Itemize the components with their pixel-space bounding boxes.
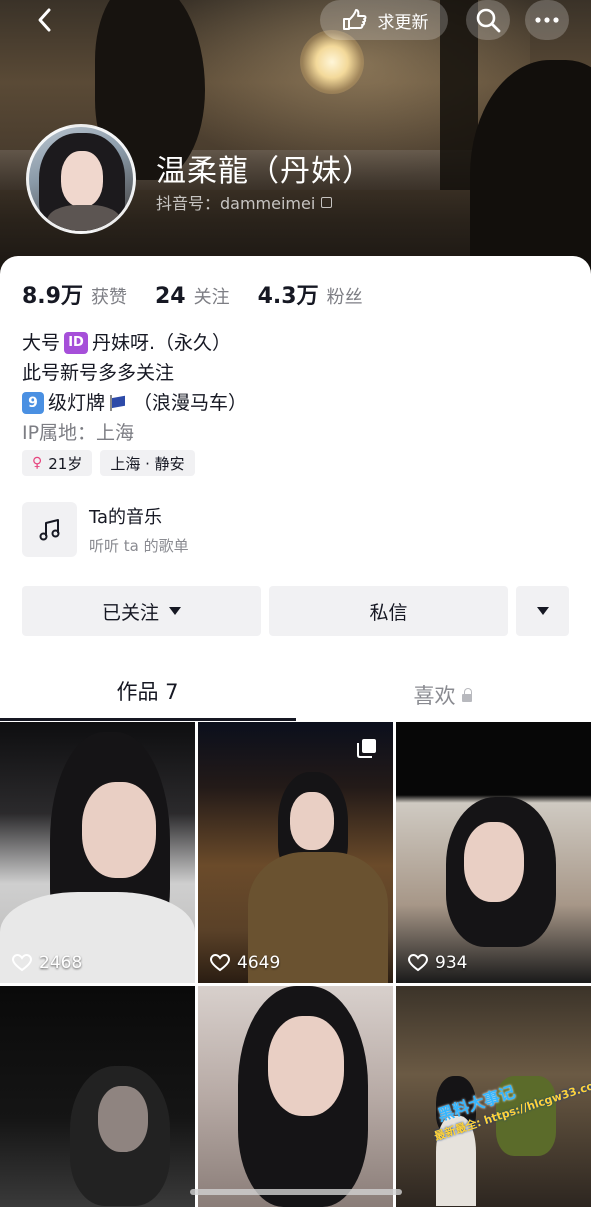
video-like-count: 2468	[12, 953, 82, 973]
like-count-text: 2468	[39, 953, 83, 973]
stat-label: 粉丝	[326, 287, 363, 308]
bio-text: （浪漫马车）	[133, 392, 248, 414]
id-badge-icon: ID	[64, 332, 89, 354]
back-button[interactable]	[22, 0, 66, 40]
stat-label: 关注	[193, 287, 230, 308]
lock-icon	[461, 688, 472, 702]
bio-line-3: 9 级灯牌 （浪漫马车）	[22, 388, 247, 418]
ip-location-text: IP属地：上海	[22, 422, 135, 444]
active-tab-indicator	[0, 718, 296, 721]
tab-works[interactable]: 作品 7	[0, 670, 295, 722]
bio: 大号 ID 丹妹呀.（永久） 此号新号多多关注 9 级灯牌 （浪漫马车） IP属…	[22, 328, 247, 448]
more-dots-icon	[535, 17, 559, 23]
request-update-button[interactable]: 求更新	[320, 0, 448, 40]
music-text: Ta的音乐 听听 ta 的歌单	[89, 503, 189, 556]
female-icon: ♀	[32, 455, 43, 471]
followed-label: 已关注	[101, 601, 159, 624]
like-count-text: 934	[435, 953, 468, 973]
action-buttons: 已关注 私信	[22, 586, 569, 636]
music-entry[interactable]: Ta的音乐 听听 ta 的歌单	[22, 502, 189, 557]
stat-likes[interactable]: 8.9万 获赞	[22, 278, 127, 310]
hand-pointer-icon	[342, 9, 366, 30]
video-like-count: 4649	[210, 953, 280, 973]
bio-text: 此号新号多多关注	[22, 362, 175, 384]
douyin-id[interactable]: 抖音号：dammeimei	[156, 190, 333, 214]
location-text: 上海 · 静安	[110, 454, 185, 473]
video-thumbnail[interactable]	[0, 986, 195, 1207]
search-icon	[476, 8, 501, 33]
stat-followers[interactable]: 4.3万 粉丝	[258, 278, 363, 310]
content-tabs: 作品 7 喜欢	[0, 670, 591, 722]
message-button[interactable]: 私信	[269, 586, 508, 636]
copy-icon[interactable]	[321, 196, 333, 208]
bio-line-1: 大号 ID 丹妹呀.（永久）	[22, 328, 247, 358]
caret-down-icon	[536, 607, 549, 615]
bio-text: 级灯牌	[48, 392, 106, 414]
video-thumbnail[interactable]: 4649	[198, 722, 393, 983]
stats-row: 8.9万 获赞 24 关注 4.3万 粉丝	[22, 278, 363, 310]
stat-value: 24	[154, 284, 186, 309]
stat-value: 8.9万	[22, 284, 83, 309]
profile-name: 温柔龍（丹妹）	[156, 154, 373, 189]
age-tag: ♀ 21岁	[22, 450, 93, 476]
video-thumbnail[interactable]	[198, 986, 393, 1207]
heart-icon	[210, 954, 230, 972]
more-options-dropdown[interactable]	[516, 586, 569, 636]
stat-label: 获赞	[90, 287, 127, 308]
home-indicator[interactable]	[190, 1189, 402, 1195]
stat-following[interactable]: 24 关注	[155, 283, 230, 309]
profile-tags: ♀ 21岁 上海 · 静安	[22, 450, 195, 476]
profile-header-background: 求更新 温柔龍（丹妹） 抖音号：dammeimei	[0, 0, 591, 275]
video-like-count: 934	[408, 953, 467, 973]
ip-location: IP属地：上海	[22, 418, 247, 448]
request-update-label: 求更新	[377, 12, 429, 33]
heart-icon	[408, 954, 428, 972]
heart-icon	[12, 954, 32, 972]
flag-icon	[109, 395, 129, 411]
douyin-id-text: 抖音号：dammeimei	[156, 194, 316, 213]
chevron-left-icon	[38, 8, 51, 32]
music-title: Ta的音乐	[89, 507, 163, 528]
tab-works-label: 作品 7	[116, 680, 179, 704]
like-count-text: 4649	[237, 953, 281, 973]
tab-likes-label: 喜欢	[413, 684, 456, 708]
bio-line-2: 此号新号多多关注	[22, 358, 247, 388]
video-thumbnail[interactable]: 2468	[0, 722, 195, 983]
location-tag[interactable]: 上海 · 静安	[100, 450, 195, 476]
message-label: 私信	[369, 601, 408, 624]
tab-likes[interactable]: 喜欢	[295, 670, 590, 722]
age-text: 21岁	[48, 454, 83, 473]
stat-value: 4.3万	[257, 284, 319, 309]
multi-image-icon	[357, 739, 376, 758]
video-thumbnail[interactable]: 934	[396, 722, 591, 983]
bio-text: 大号	[22, 332, 61, 354]
followed-button[interactable]: 已关注	[22, 586, 261, 636]
caret-down-icon	[169, 607, 181, 615]
music-subtitle: 听听 ta 的歌单	[89, 537, 189, 555]
avatar[interactable]	[26, 124, 136, 234]
music-note-icon	[22, 502, 77, 557]
more-button[interactable]	[525, 0, 569, 40]
search-button[interactable]	[466, 0, 510, 40]
bio-text: 丹妹呀.（永久）	[92, 332, 232, 354]
level-badge-icon: 9	[22, 392, 44, 414]
